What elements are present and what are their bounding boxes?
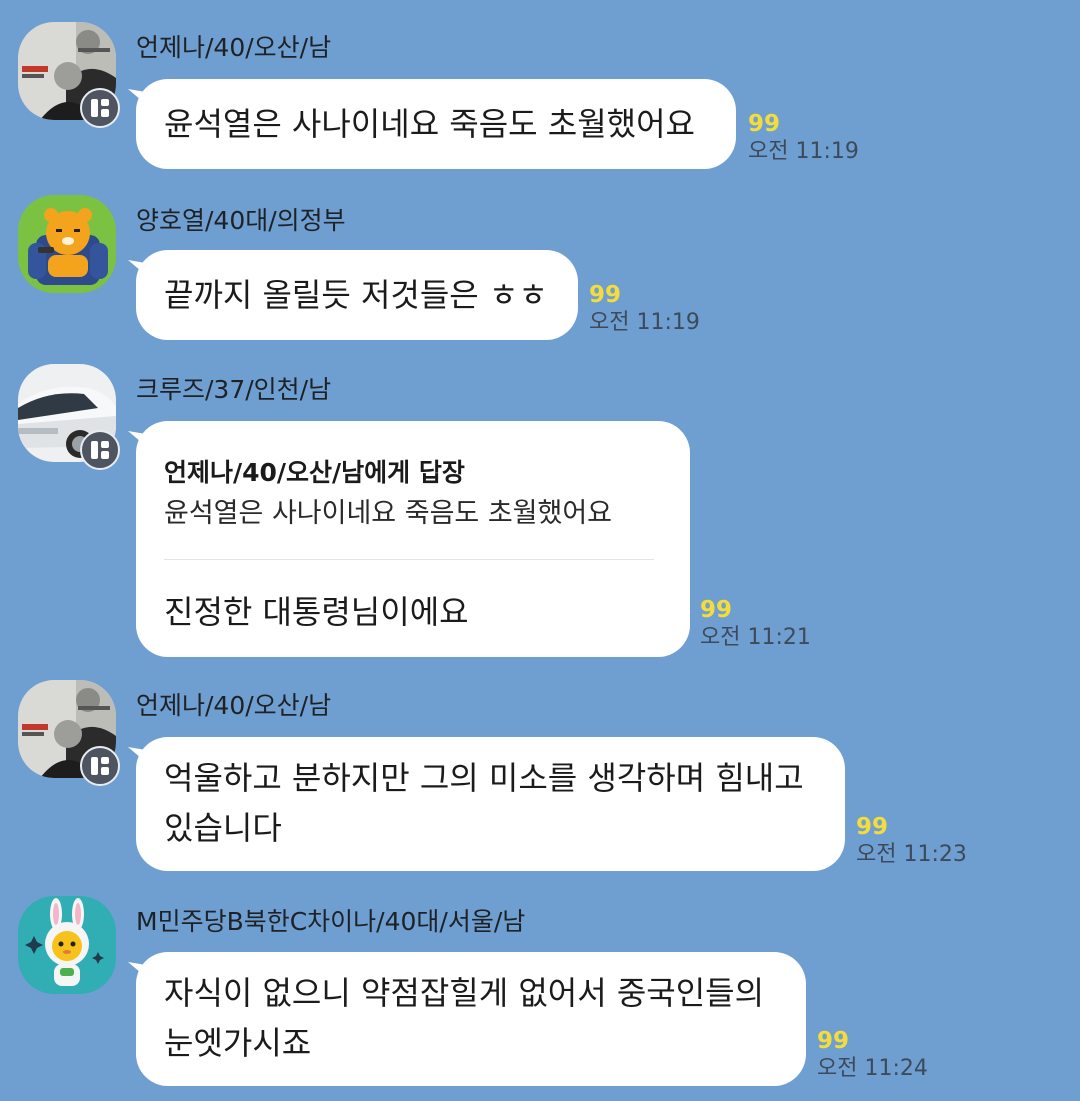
profile-avatar[interactable] [18, 195, 116, 293]
quoted-text: 윤석열은 사나이네요 죽음도 초월했어요 [164, 498, 613, 529]
channel-badge-icon [80, 746, 120, 786]
timestamp: 오전 11:23 [856, 842, 967, 867]
message-meta: 99 오전 11:21 [700, 596, 811, 652]
reply-message-bubble[interactable]: 언제나/40/오산/남에게 답장 윤석열은 사나이네요 죽음도 초월했어요 진정… [136, 421, 690, 657]
reply-target: 언제나/40/오산/남에게 답장 [164, 458, 465, 487]
sender-name: 언제나/40/오산/남 [136, 691, 332, 720]
message-text: 진정한 대통령님이에요 [164, 593, 469, 631]
message-text: 끝까지 올릴듯 저것들은 ㅎㅎ [164, 276, 548, 314]
message-meta: 99 오전 11:23 [856, 813, 967, 869]
channel-badge-icon [80, 88, 120, 128]
message-bubble[interactable]: 억울하고 분하지만 그의 미소를 생각하며 힘내고 있습니다 [136, 737, 845, 871]
sender-name: 양호열/40대/의정부 [136, 206, 346, 235]
reply-divider [164, 559, 654, 560]
unread-count: 99 [700, 597, 733, 623]
message-bubble[interactable]: 자식이 없으니 약점잡힐게 없어서 중국인들의 눈엣가시죠 [136, 952, 806, 1086]
unread-count: 99 [817, 1028, 850, 1054]
timestamp: 오전 11:24 [817, 1056, 928, 1081]
sender-name: 언제나/40/오산/남 [136, 33, 332, 62]
message-text-line: 있습니다 [164, 809, 282, 847]
timestamp: 오전 11:19 [748, 139, 859, 164]
message-meta: 99 오전 11:24 [817, 1027, 928, 1083]
unread-count: 99 [748, 111, 781, 137]
message-meta: 99 오전 11:19 [589, 281, 700, 337]
message-bubble[interactable]: 끝까지 올릴듯 저것들은 ㅎㅎ [136, 250, 578, 340]
sender-name: M민주당B북한C차이나/40대/서울/남 [136, 907, 526, 936]
message-bubble[interactable]: 윤석열은 사나이네요 죽음도 초월했어요 [136, 79, 736, 169]
sender-name: 크루즈/37/인천/남 [136, 375, 332, 404]
timestamp: 오전 11:19 [589, 310, 700, 335]
message-meta: 99 오전 11:19 [748, 110, 859, 166]
profile-avatar[interactable] [18, 896, 116, 994]
message-text-line: 눈엣가시죠 [164, 1024, 312, 1062]
message-text-line: 자식이 없으니 약점잡힐게 없어서 중국인들의 [164, 974, 765, 1012]
message-text: 윤석열은 사나이네요 죽음도 초월했어요 [164, 105, 695, 143]
message-text-line: 억울하고 분하지만 그의 미소를 생각하며 힘내고 [164, 759, 804, 797]
timestamp: 오전 11:21 [700, 625, 811, 650]
unread-count: 99 [589, 282, 622, 308]
unread-count: 99 [856, 814, 889, 840]
channel-badge-icon [80, 430, 120, 470]
chat-room[interactable]: 언제나/40/오산/남 윤석열은 사나이네요 죽음도 초월했어요 99 오전 1… [0, 0, 1080, 1101]
